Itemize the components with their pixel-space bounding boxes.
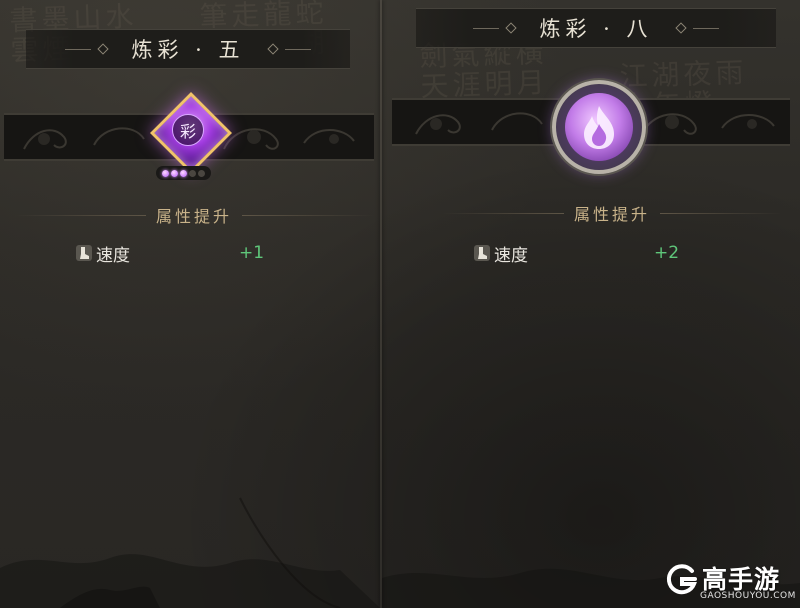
- left-section-title: 属性提升: [156, 207, 233, 226]
- right-section-header: 属性提升: [442, 203, 783, 224]
- left-stat-name: 速度: [96, 245, 130, 266]
- title-ornament-diamond: [97, 43, 110, 55]
- right-stat-value: +2: [654, 243, 680, 263]
- boot-icon: [474, 245, 490, 261]
- left-panel-title: 炼彩 · 五: [131, 38, 245, 62]
- right-stat-name: 速度: [494, 245, 528, 266]
- game-screen: 書墨山水雲煙落紙 筆走龍蛇風雨江湖 劍氣縱橫天涯明月 江湖夜雨十年燈 炼彩 · …: [0, 0, 800, 608]
- star-filled-icon: [171, 169, 178, 177]
- title-ornament-diamond: [505, 22, 518, 34]
- title-ornament-line: [284, 48, 311, 50]
- g-logo-icon: [666, 564, 697, 595]
- star-empty-icon: [198, 169, 205, 177]
- site-watermark: 高手游 GAOSHOUYOU.COM: [664, 560, 796, 604]
- right-stat-row: 速度 +2: [474, 242, 694, 266]
- title-ornament-diamond: [266, 43, 279, 55]
- flame-orb-icon: [584, 106, 614, 149]
- watermark-domain: GAOSHOUYOU.COM: [700, 591, 796, 601]
- left-stat-row: 速度 +1: [76, 242, 276, 266]
- gem-character: 彩: [172, 114, 204, 146]
- boot-icon: [76, 245, 92, 261]
- left-stat-value: +1: [239, 243, 265, 263]
- star-filled-icon: [180, 169, 187, 177]
- star-filled-icon: [162, 169, 169, 177]
- star-rating: [156, 166, 211, 180]
- right-panel: 炼彩 · 八 属性提升 速度 +2: [382, 0, 800, 608]
- title-ornament-line: [692, 27, 719, 29]
- right-title-bar: 炼彩 · 八: [416, 8, 776, 48]
- lianca-gem[interactable]: 彩: [149, 91, 233, 175]
- star-empty-icon: [189, 169, 196, 177]
- flame-orb-emblem[interactable]: [552, 80, 646, 174]
- title-ornament-diamond: [674, 22, 687, 34]
- left-panel: 炼彩 · 五 彩 属性提升 速度 +1: [0, 0, 380, 608]
- right-section-title: 属性提升: [574, 205, 651, 224]
- left-title-bar: 炼彩 · 五: [26, 29, 350, 69]
- title-ornament-line: [65, 48, 92, 50]
- title-ornament-line: [473, 27, 500, 29]
- left-section-header: 属性提升: [14, 205, 375, 226]
- right-panel-title: 炼彩 · 八: [539, 17, 653, 41]
